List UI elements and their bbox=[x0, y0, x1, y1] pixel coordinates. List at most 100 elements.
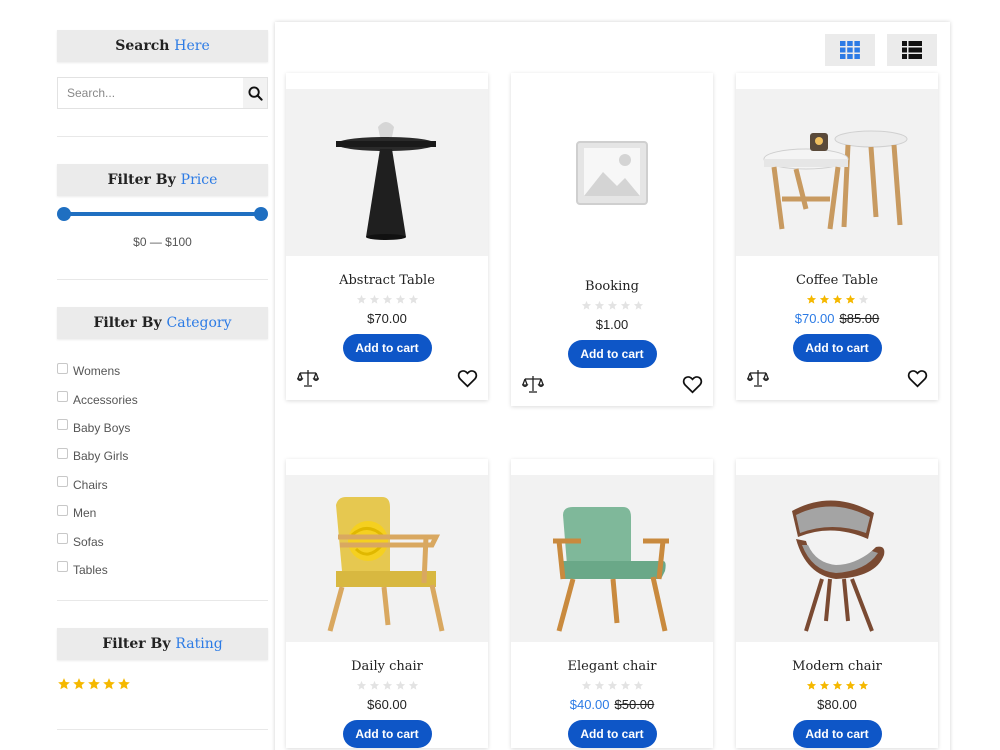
star-empty-icon bbox=[382, 294, 392, 304]
product-title[interactable]: Booking bbox=[511, 279, 713, 294]
category-item-baby-girls[interactable]: Baby Girls bbox=[57, 442, 268, 470]
card-actions bbox=[736, 362, 938, 400]
category-checkbox[interactable] bbox=[57, 504, 68, 516]
category-item-womens[interactable]: Womens bbox=[57, 357, 268, 385]
star-filled-icon bbox=[88, 678, 100, 690]
star-filled-icon bbox=[806, 680, 816, 690]
product-rating bbox=[511, 300, 713, 311]
category-checkbox[interactable] bbox=[57, 419, 68, 431]
category-checkbox[interactable] bbox=[57, 447, 68, 459]
price-original: $85.00 bbox=[839, 311, 880, 326]
grid-icon bbox=[840, 41, 860, 59]
category-label: Tables bbox=[73, 562, 108, 577]
star-filled-icon bbox=[806, 294, 816, 304]
product-title[interactable]: Modern chair bbox=[736, 659, 938, 674]
price-slider-min-handle[interactable] bbox=[57, 207, 71, 221]
product-card[interactable]: Booking $1.00 Add to cart bbox=[511, 73, 713, 406]
grid-view-button[interactable] bbox=[825, 34, 875, 66]
rating-title-main: Filter By bbox=[102, 636, 171, 653]
compare-icon[interactable] bbox=[297, 368, 319, 388]
heart-icon bbox=[457, 369, 478, 387]
search-input[interactable] bbox=[58, 78, 243, 108]
add-to-cart-button[interactable]: Add to cart bbox=[792, 334, 882, 362]
product-title[interactable]: Coffee Table bbox=[736, 273, 938, 288]
category-checkbox[interactable] bbox=[57, 561, 68, 573]
price-current: $70.00 bbox=[794, 311, 835, 326]
card-top-spacer bbox=[736, 459, 938, 475]
star-empty-icon bbox=[594, 300, 604, 310]
product-card[interactable]: Elegant chair $40.00 $50.00 Add to cart bbox=[511, 459, 713, 748]
add-to-cart-button[interactable]: Add to cart bbox=[567, 340, 657, 368]
category-widget-title: Filter By Category bbox=[57, 307, 268, 339]
category-title-main: Filter By bbox=[93, 315, 162, 331]
product-image[interactable] bbox=[511, 73, 713, 273]
product-card[interactable]: Modern chair $80.00 Add to cart bbox=[736, 459, 938, 748]
category-checkbox[interactable] bbox=[57, 391, 68, 403]
product-card[interactable]: Daily chair $60.00 Add to cart bbox=[286, 459, 488, 748]
compare-icon[interactable] bbox=[522, 374, 544, 394]
product-image[interactable] bbox=[286, 89, 488, 256]
star-empty-icon bbox=[581, 680, 591, 690]
star-filled-icon bbox=[58, 678, 70, 690]
star-empty-icon bbox=[395, 680, 405, 690]
product-title[interactable]: Abstract Table bbox=[286, 273, 488, 288]
category-checkbox[interactable] bbox=[57, 362, 68, 374]
list-view-button[interactable] bbox=[887, 34, 937, 66]
yellow-chair-image bbox=[327, 497, 445, 632]
star-filled-icon bbox=[845, 294, 855, 304]
star-filled-icon bbox=[832, 680, 842, 690]
price-slider[interactable] bbox=[57, 207, 268, 221]
green-chair-image bbox=[553, 507, 669, 632]
star-empty-icon bbox=[581, 300, 591, 310]
category-item-men[interactable]: Men bbox=[57, 499, 268, 527]
category-item-sofas[interactable]: Sofas bbox=[57, 527, 268, 555]
coffee-table-image bbox=[763, 130, 908, 230]
price-slider-max-handle[interactable] bbox=[254, 207, 268, 221]
star-empty-icon bbox=[620, 680, 630, 690]
rating-filter-stars[interactable] bbox=[57, 677, 268, 691]
price-widget-title: Filter By Price bbox=[57, 164, 268, 196]
search-box bbox=[57, 77, 268, 109]
sidebar-divider bbox=[57, 136, 268, 137]
search-button[interactable] bbox=[243, 78, 267, 108]
star-filled-icon bbox=[118, 678, 130, 690]
category-item-baby-boys[interactable]: Baby Boys bbox=[57, 414, 268, 442]
category-item-chairs[interactable]: Chairs bbox=[57, 471, 268, 499]
product-image[interactable] bbox=[286, 475, 488, 642]
product-image[interactable] bbox=[736, 475, 938, 642]
product-image[interactable] bbox=[511, 475, 713, 642]
card-top-spacer bbox=[736, 73, 938, 89]
category-item-accessories[interactable]: Accessories bbox=[57, 385, 268, 413]
product-price: $1.00 bbox=[511, 317, 713, 332]
product-title[interactable]: Elegant chair bbox=[511, 659, 713, 674]
add-to-cart-button[interactable]: Add to cart bbox=[792, 720, 882, 748]
wishlist-heart-icon[interactable] bbox=[682, 375, 703, 394]
category-checkbox[interactable] bbox=[57, 533, 68, 545]
add-to-cart-button[interactable]: Add to cart bbox=[342, 720, 432, 748]
wishlist-heart-icon[interactable] bbox=[457, 369, 478, 388]
wishlist-heart-icon[interactable] bbox=[907, 369, 928, 388]
price-original: $50.00 bbox=[614, 697, 655, 712]
product-price: $60.00 bbox=[286, 697, 488, 712]
price-current: $40.00 bbox=[569, 697, 610, 712]
product-price: $70.00 bbox=[286, 311, 488, 326]
add-to-cart-button[interactable]: Add to cart bbox=[342, 334, 432, 362]
price-current: $70.00 bbox=[367, 311, 407, 326]
heart-icon bbox=[682, 375, 703, 393]
category-label: Baby Girls bbox=[73, 449, 129, 464]
category-label: Chairs bbox=[73, 477, 108, 492]
scale-icon bbox=[297, 370, 319, 387]
category-label: Womens bbox=[73, 364, 121, 379]
price-title-accent: Price bbox=[180, 172, 218, 188]
sidebar-divider bbox=[57, 729, 268, 731]
star-empty-icon bbox=[858, 294, 868, 304]
product-title[interactable]: Daily chair bbox=[286, 659, 488, 674]
category-checkbox[interactable] bbox=[57, 476, 68, 488]
product-card[interactable]: Abstract Table $70.00 Add to cart bbox=[286, 73, 488, 400]
product-card[interactable]: Coffee Table $70.00 $85.00 Add to cart bbox=[736, 73, 938, 400]
category-item-tables[interactable]: Tables bbox=[57, 556, 268, 584]
star-empty-icon bbox=[408, 680, 418, 690]
compare-icon[interactable] bbox=[747, 368, 769, 388]
product-image[interactable] bbox=[736, 89, 938, 256]
add-to-cart-button[interactable]: Add to cart bbox=[567, 720, 657, 748]
